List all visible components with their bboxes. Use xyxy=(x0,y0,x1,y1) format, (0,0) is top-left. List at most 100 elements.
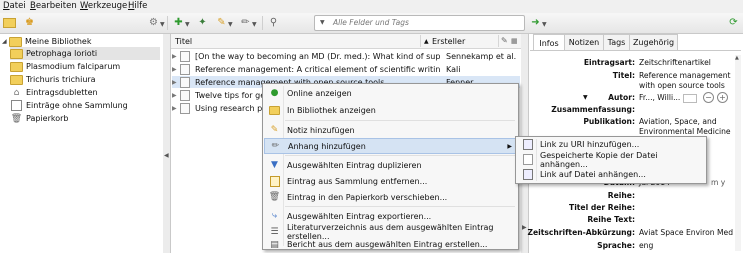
menu-notiz-hinzufuegen[interactable]: ✎ Notiz hinzufügen xyxy=(263,122,518,138)
chevron-down-icon[interactable]: ▼ xyxy=(542,21,547,28)
paperclip-icon: ✏ xyxy=(271,141,280,151)
add-author-icon[interactable]: + xyxy=(717,92,728,103)
left-splitter[interactable]: ◀ xyxy=(163,34,171,253)
menu-hilfe[interactable]: Hilfe xyxy=(128,1,147,11)
menu-bericht[interactable]: ▤ Bericht aus dem ausgewählten Eintrag e… xyxy=(263,240,518,250)
item-row[interactable]: ▶ [On the way to becoming an MD (Dr. med… xyxy=(172,50,520,62)
menu-in-bibliothek-anzeigen[interactable]: In Bibliothek anzeigen xyxy=(263,102,518,118)
column-divider xyxy=(498,35,499,47)
scroll-up-icon[interactable]: ▲ xyxy=(735,55,739,61)
column-creator[interactable]: Ersteller xyxy=(432,37,465,46)
series-title-label: Titel der Reihe: xyxy=(569,203,635,212)
author-label[interactable]: Autor: xyxy=(519,93,635,102)
expand-triangle-icon[interactable]: ▶ xyxy=(172,66,180,73)
toolbar-divider xyxy=(262,16,263,30)
collection-label: Plasmodium falciparum xyxy=(26,62,121,71)
language-value[interactable]: eng xyxy=(639,241,653,250)
remove-author-icon[interactable]: − xyxy=(703,92,714,103)
menu-label: Eintrag aus Sammlung entfernen... xyxy=(287,176,428,186)
collection-item[interactable]: Trichuris trichiura xyxy=(10,73,168,86)
expand-triangle-icon[interactable]: ▶ xyxy=(172,105,180,112)
journal-abbr-value[interactable]: Aviat Space Environ Med xyxy=(639,228,733,237)
collapse-triangle-icon[interactable]: ◢ xyxy=(2,38,9,45)
item-title: Reference management: A critical element… xyxy=(195,64,440,74)
items-column-header: Titel ▲ Ersteller ✎ ▦ xyxy=(171,34,521,49)
chevron-down-icon[interactable]: ▼ xyxy=(252,21,257,28)
attachment-column-icon[interactable]: ✎ xyxy=(501,36,508,45)
chevron-down-icon[interactable]: ▼ xyxy=(185,21,190,28)
menu-label: Online anzeigen xyxy=(287,88,352,98)
locate-arrow-icon[interactable]: ➜ xyxy=(529,16,542,29)
series-label: Reihe: xyxy=(607,191,635,200)
collection-item[interactable]: Plasmodium falciparum xyxy=(10,60,168,73)
tab-infos[interactable]: Infos xyxy=(533,34,565,51)
sort-ascending-icon[interactable]: ▲ xyxy=(424,38,429,45)
menu-werkzeuge[interactable]: Werkzeuge xyxy=(80,1,127,11)
author-mode-toggle[interactable] xyxy=(683,94,697,103)
attachment-submenu: Link zu URI hinzufügen... Gespeicherte K… xyxy=(515,136,707,184)
item-row[interactable]: ▶ Reference management: A critical eleme… xyxy=(172,63,520,75)
menu-link-auf-datei[interactable]: Link auf Datei anhängen... xyxy=(516,167,706,182)
itemtype-label: Eintragsart: xyxy=(583,58,635,67)
collapse-left-icon[interactable]: ◀ xyxy=(164,152,169,159)
menu-bearbeiten[interactable]: Bearbeiten xyxy=(30,1,77,11)
menu-exportieren[interactable]: ⤷ Ausgewählten Eintrag exportieren... xyxy=(263,208,518,224)
unfiled-label: Einträge ohne Sammlung xyxy=(26,101,128,110)
menu-label: Notiz hinzufügen xyxy=(287,125,355,135)
menu-datei[interactable]: Datei xyxy=(3,1,26,11)
collection-label: Trichuris trichiura xyxy=(26,75,96,84)
new-note-icon[interactable]: ✎ xyxy=(215,16,228,29)
menu-kopie-anhaengen[interactable]: Gespeicherte Kopie der Datei anhängen... xyxy=(516,151,706,169)
details-scrollbar[interactable]: ▲ xyxy=(735,55,741,251)
menu-label: Link zu URI hinzufügen... xyxy=(540,140,640,149)
menu-anhang-hinzufuegen[interactable]: ✏ Anhang hinzufügen ▶ xyxy=(264,138,519,154)
tab-notizen[interactable]: Notizen xyxy=(564,34,604,50)
search-input[interactable]: ▼ Alle Felder und Tags xyxy=(314,15,525,31)
column-title[interactable]: Titel xyxy=(175,37,192,46)
attachment-icon[interactable]: ✏ xyxy=(239,16,252,29)
new-group-icon[interactable]: ♚ xyxy=(23,16,36,29)
author-value[interactable]: Fr..., Willi... xyxy=(639,93,680,102)
expand-triangle-icon[interactable]: ▶ xyxy=(172,53,180,60)
collection-item[interactable]: Petrophaga lorioti xyxy=(10,47,160,60)
publication-value-line2[interactable]: Environmental Medicine xyxy=(639,127,731,136)
view-online-icon: ● xyxy=(270,88,279,98)
item-creator: Kali xyxy=(446,64,461,74)
add-by-identifier-icon[interactable]: ✦ xyxy=(196,16,209,29)
date-format-hint: m y xyxy=(711,178,726,187)
item-title: [On the way to becoming an MD (Dr. med.)… xyxy=(195,51,440,61)
column-picker-icon[interactable]: ▦ xyxy=(511,37,518,45)
submenu-arrow-icon: ▶ xyxy=(507,142,512,150)
journal-article-icon xyxy=(180,76,190,88)
menu-duplizieren[interactable]: ▼ Ausgewählten Eintrag duplizieren xyxy=(263,157,518,173)
publication-value-line1[interactable]: Aviation, Space, and xyxy=(639,117,717,126)
search-mode-chevron-icon[interactable]: ▼ xyxy=(320,19,325,26)
stored-file-icon xyxy=(522,154,533,165)
menu-literaturverzeichnis[interactable]: ☰ Literaturverzeichnis aus dem ausgewähl… xyxy=(263,223,518,241)
menu-label: Link auf Datei anhängen... xyxy=(540,170,646,179)
gear-icon[interactable]: ⚙ xyxy=(147,16,160,29)
tab-zugehoerig[interactable]: Zugehörig xyxy=(629,34,678,50)
title-value-line1[interactable]: Reference management xyxy=(639,71,731,80)
menu-papierkorb[interactable]: 🗑 Eintrag in den Papierkorb verschieben.… xyxy=(263,189,518,205)
tab-tags[interactable]: Tags xyxy=(603,34,630,50)
title-value-line2[interactable]: with open source tools xyxy=(639,81,725,90)
expand-triangle-icon[interactable]: ▶ xyxy=(172,79,180,86)
trash-item[interactable]: 🗑 Papierkorb xyxy=(10,112,168,125)
new-collection-icon[interactable] xyxy=(3,16,16,29)
sync-icon[interactable]: ⟳ xyxy=(727,16,740,29)
collections-pane: ◢ Meine Bibliothek Petrophaga lorioti Pl… xyxy=(0,34,164,253)
new-item-icon[interactable]: ✚ xyxy=(172,16,185,29)
advanced-search-icon[interactable]: ⚲ xyxy=(267,16,280,29)
journal-abbr-label: Zeitschriften-Abkürzung: xyxy=(527,228,635,237)
duplicates-item[interactable]: ⌂ Eintragsdubletten xyxy=(10,86,168,99)
menu-label: Ausgewählten Eintrag duplizieren xyxy=(287,160,422,170)
unfiled-item[interactable]: Einträge ohne Sammlung xyxy=(10,99,168,112)
menu-aus-sammlung-entfernen[interactable]: Eintrag aus Sammlung entfernen... xyxy=(263,173,518,189)
menu-online-anzeigen[interactable]: ● Online anzeigen xyxy=(263,85,518,101)
menu-separator xyxy=(285,155,515,156)
chevron-down-icon[interactable]: ▼ xyxy=(160,21,165,28)
itemtype-value[interactable]: Zeitschriftenartikel xyxy=(639,58,711,67)
expand-triangle-icon[interactable]: ▶ xyxy=(172,92,180,99)
chevron-down-icon[interactable]: ▼ xyxy=(228,21,233,28)
